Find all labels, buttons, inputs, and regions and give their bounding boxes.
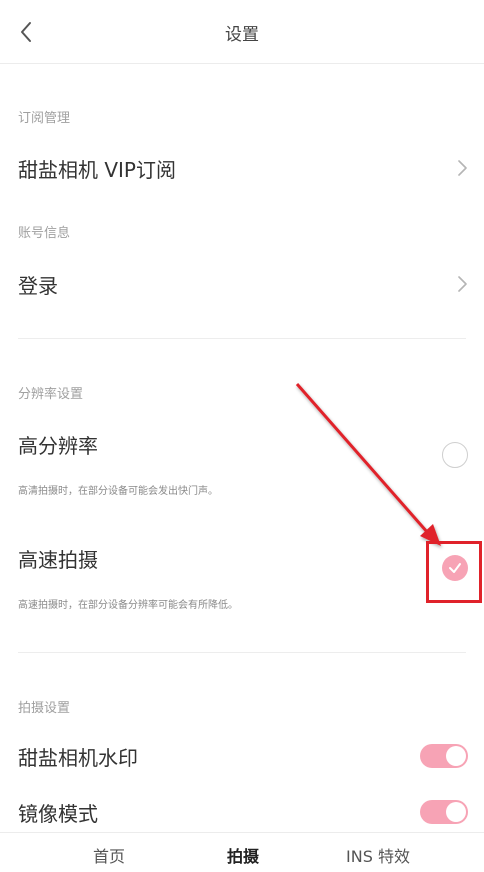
high-resolution-radio[interactable] [442,442,468,468]
watermark-row: 甜盐相机水印 [0,732,484,780]
high-speed-option[interactable]: 高速拍摄 高速拍摄时，在部分设备分辨率可能会有所降低。 [0,534,484,614]
settings-screen: 设置 订阅管理 甜盐相机 VIP订阅 账号信息 登录 分辨率设置 高分辨率 高清… [0,0,484,872]
watermark-toggle[interactable] [420,744,468,768]
high-resolution-option[interactable]: 高分辨率 高清拍摄时，在部分设备可能会发出快门声。 [0,420,484,500]
vip-subscription-row[interactable]: 甜盐相机 VIP订阅 [0,140,484,196]
high-resolution-desc: 高清拍摄时，在部分设备可能会发出快门声。 [18,486,218,497]
vip-subscription-label: 甜盐相机 VIP订阅 [18,158,176,182]
section-label-resolution: 分辨率设置 [18,387,84,402]
header-bar: 设置 [0,0,484,64]
bottom-nav: 首页 拍摄 INS 特效 [0,832,484,872]
watermark-label: 甜盐相机水印 [18,746,138,770]
chevron-right-icon [454,158,470,178]
section-label-account: 账号信息 [18,226,71,241]
divider [18,338,466,339]
annotation-highlight-box [426,541,482,603]
mirror-mode-row: 镜像模式 [0,788,484,836]
nav-capture[interactable]: 拍摄 [227,843,259,867]
divider [18,652,466,653]
mirror-mode-toggle[interactable] [420,800,468,824]
nav-home[interactable]: 首页 [93,843,125,867]
high-resolution-title: 高分辨率 [18,434,98,458]
high-speed-title: 高速拍摄 [18,548,98,572]
login-row[interactable]: 登录 [0,256,484,312]
nav-ins-effects[interactable]: INS 特效 [346,843,410,867]
section-label-subscription: 订阅管理 [18,111,71,126]
high-speed-desc: 高速拍摄时，在部分设备分辨率可能会有所降低。 [18,600,238,611]
toggle-knob [446,802,466,822]
toggle-knob [446,746,466,766]
mirror-mode-label: 镜像模式 [18,802,98,826]
login-label: 登录 [18,274,58,298]
page-title: 设置 [225,25,259,45]
chevron-right-icon [454,274,470,294]
section-label-shooting: 拍摄设置 [18,701,71,716]
